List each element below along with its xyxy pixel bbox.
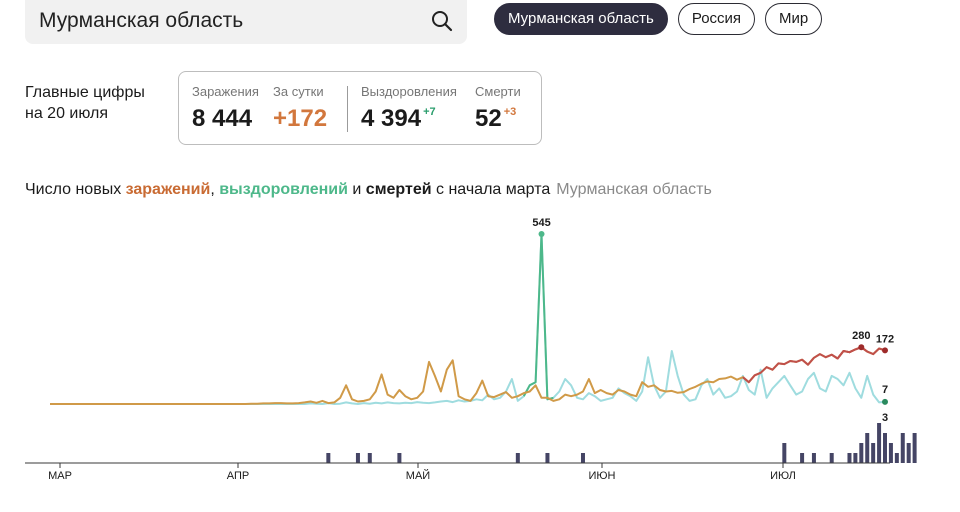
- deaths-bar: [782, 443, 787, 463]
- chart-title-deaths: смертей: [365, 181, 432, 198]
- chart-title-rest: с начала марта: [431, 181, 551, 198]
- search-icon[interactable]: [431, 10, 453, 32]
- deaths-bar: [829, 453, 834, 463]
- stat-daily-value: +172: [273, 105, 328, 132]
- chart-title-part1: Число новых: [25, 181, 126, 198]
- stat-recoveries-label: Выздоровления: [361, 84, 457, 99]
- stat-deaths-value: 52: [475, 105, 502, 132]
- deaths-bar: [906, 443, 911, 463]
- chart-title-sep: ,: [210, 181, 220, 198]
- chart-title-region: Мурманская область: [556, 181, 712, 198]
- stat-daily-label: За сутки: [273, 84, 324, 99]
- tab-murmansk[interactable]: Мурманская область: [494, 3, 668, 35]
- stat-deaths-label: Смерти: [475, 84, 521, 99]
- stat-deaths: Смерти 52 +3: [475, 84, 521, 133]
- x-axis-label: ИЮН: [589, 470, 616, 482]
- deaths-bar: [545, 453, 550, 463]
- deaths-bar: [900, 433, 905, 463]
- recoveries-peak-line: [522, 233, 554, 401]
- x-axis-label: МАЙ: [406, 469, 430, 482]
- deaths-bar: [800, 453, 805, 463]
- deaths-bar: [871, 443, 876, 463]
- deaths-bar: [883, 433, 887, 463]
- recoveries-last-dot: [882, 398, 888, 405]
- deaths-bar: [894, 453, 899, 463]
- recoveries-peak-dot: [538, 231, 545, 237]
- tab-world[interactable]: Мир: [765, 3, 823, 35]
- chart-title-infections: заражений: [125, 181, 211, 198]
- stat-infections: Заражения 8 444: [192, 84, 259, 133]
- stat-recoveries: Выздоровления 4 394 +7: [361, 84, 457, 133]
- deaths-bar: [515, 453, 520, 463]
- infections-peak-dot: [858, 344, 865, 351]
- cases-chart: 545 280 172 7 3 МАР АПР МАЙ ИЮН ИЮЛ: [25, 217, 917, 482]
- deaths-bar: [580, 453, 585, 463]
- deaths-bar: [888, 443, 893, 463]
- infections-last-dot: [882, 347, 888, 354]
- deaths-bar: [811, 453, 816, 463]
- infections-last-label: 172: [876, 333, 894, 345]
- heading-line1: Главные цифры: [25, 84, 145, 101]
- deaths-bar: [397, 453, 402, 463]
- stat-deaths-row: 52 +3: [475, 105, 521, 133]
- deaths-bar: [912, 433, 917, 463]
- stats-divider: [347, 86, 348, 132]
- recoveries-peak-label: 545: [532, 217, 550, 229]
- recoveries-last-label: 7: [882, 384, 888, 396]
- chart-title-and: и: [347, 181, 366, 198]
- deaths-bar: [859, 443, 864, 463]
- deaths-bar: [877, 423, 882, 463]
- stat-recoveries-row: 4 394 +7: [361, 105, 457, 133]
- stat-infections-label: Заражения: [192, 84, 259, 99]
- recoveries-line: [50, 233, 886, 405]
- main-figures-heading: Главные цифры на 20 июля: [25, 82, 145, 124]
- search-input[interactable]: Мурманская область: [39, 9, 243, 33]
- deaths-bar: [865, 433, 870, 463]
- infections-peak-label: 280: [852, 330, 870, 342]
- stat-infections-value: 8 444: [192, 105, 253, 132]
- x-axis-label: ИЮЛ: [770, 470, 796, 482]
- chart-title-recoveries: выздоровлений: [219, 181, 348, 198]
- heading-line2: на 20 июля: [25, 105, 109, 122]
- infections-recent-line: [742, 346, 886, 384]
- region-tabs: Мурманская область Россия Мир: [494, 3, 823, 35]
- deaths-bar: [853, 453, 858, 463]
- stat-deaths-delta: +3: [503, 106, 517, 118]
- deaths-bar: [355, 453, 360, 463]
- deaths-last-label: 3: [882, 412, 888, 424]
- stats-card: Заражения 8 444 За сутки +172 Выздоровле…: [178, 71, 542, 145]
- deaths-bar: [326, 453, 331, 463]
- chart-title: Число новых заражений, выздоровлений и с…: [25, 181, 712, 199]
- stat-daily: За сутки +172: [273, 84, 327, 133]
- tab-russia[interactable]: Россия: [677, 3, 756, 35]
- x-axis-label: АПР: [227, 470, 249, 482]
- deaths-bar: [847, 453, 852, 463]
- stat-recoveries-delta: +7: [423, 106, 436, 118]
- deaths-bar: [367, 453, 372, 463]
- x-axis-label: МАР: [48, 470, 72, 482]
- stat-recoveries-value: 4 394: [361, 105, 422, 132]
- search-box[interactable]: Мурманская область: [25, 0, 467, 44]
